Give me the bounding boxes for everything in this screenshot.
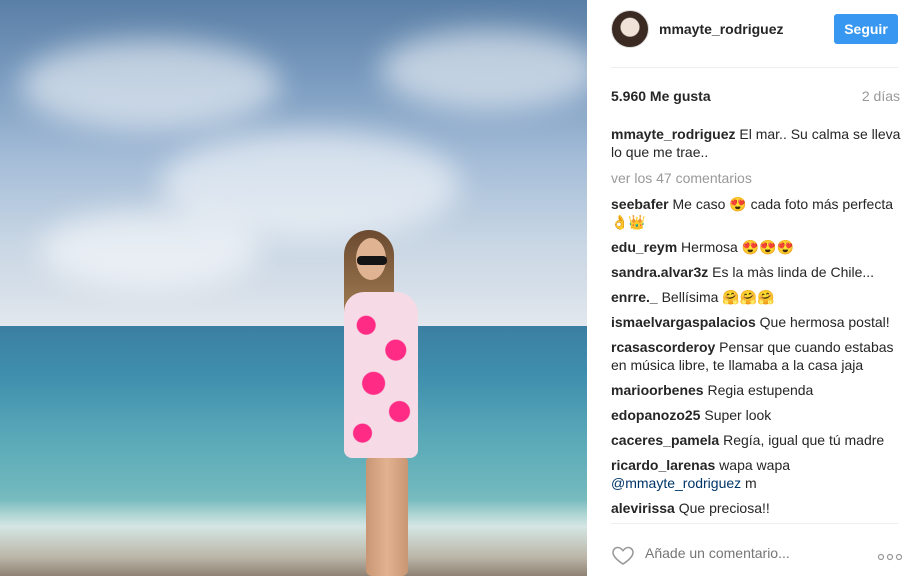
follow-button[interactable]: Seguir xyxy=(834,14,898,44)
comment-text: Que hermosa postal! xyxy=(755,314,890,330)
comment: enrre._ Bellísima 🤗🤗🤗 xyxy=(611,288,901,306)
comment: alevirissa Que preciosa!! xyxy=(611,499,901,517)
caption-author[interactable]: mmayte_rodriguez xyxy=(611,126,735,142)
woman-figure xyxy=(330,228,430,576)
likes-count[interactable]: 5.960 Me gusta xyxy=(611,88,711,104)
comment-author[interactable]: caceres_pamela xyxy=(611,432,719,448)
comment-author[interactable]: sandra.alvar3z xyxy=(611,264,708,280)
comment: rcasascorderoy Pensar que cuando estabas… xyxy=(611,338,901,374)
comment-author[interactable]: alevirissa xyxy=(611,500,675,516)
comment-text: Hermosa 😍😍😍 xyxy=(677,239,795,255)
post-photo[interactable] xyxy=(0,0,587,576)
comment-text: Regia estupenda xyxy=(703,382,814,398)
comment: edu_reym Hermosa 😍😍😍 xyxy=(611,238,901,256)
comment-author[interactable]: seebafer xyxy=(611,196,669,212)
divider xyxy=(611,67,898,68)
more-options-icon[interactable] xyxy=(877,549,903,561)
comment: ismaelvargaspalacios Que hermosa postal! xyxy=(611,313,901,331)
post-time[interactable]: 2 días xyxy=(862,88,900,104)
mention-link[interactable]: @mmayte_rodriguez xyxy=(611,475,741,491)
comment-text: Regía, igual que tú madre xyxy=(719,432,885,448)
username-link[interactable]: mmayte_rodriguez xyxy=(659,21,783,37)
comment-author[interactable]: ricardo_larenas xyxy=(611,457,715,473)
comment-author[interactable]: enrre._ xyxy=(611,289,658,305)
comment: caceres_pamela Regía, igual que tú madre xyxy=(611,431,901,449)
heart-icon[interactable] xyxy=(611,543,635,567)
caption: mmayte_rodriguez El mar.. Su calma se ll… xyxy=(611,125,901,161)
comment-text: Es la màs linda de Chile... xyxy=(708,264,875,280)
shore-foam xyxy=(0,500,587,576)
view-all-comments-link[interactable]: ver los 47 comentarios xyxy=(611,169,901,187)
comment-text-tail: m xyxy=(741,475,757,491)
comment-author[interactable]: edopanozo25 xyxy=(611,407,700,423)
comment-text: Super look xyxy=(700,407,772,423)
comment-author[interactable]: marioorbenes xyxy=(611,382,704,398)
comment: ricardo_larenas wapa wapa @mmayte_rodrig… xyxy=(611,456,901,492)
comment-text: wapa wapa xyxy=(715,457,791,473)
comment-text: Que preciosa!! xyxy=(674,500,770,516)
comment-text: Bellísima 🤗🤗🤗 xyxy=(657,289,775,305)
comment: sandra.alvar3z Es la màs linda de Chile.… xyxy=(611,263,901,281)
avatar[interactable] xyxy=(611,10,649,48)
comment-author[interactable]: edu_reym xyxy=(611,239,677,255)
post-header: mmayte_rodriguez Seguir xyxy=(611,10,898,50)
comments-list[interactable]: mmayte_rodriguez El mar.. Su calma se ll… xyxy=(611,125,901,523)
comment: marioorbenes Regia estupenda xyxy=(611,381,901,399)
comment: edopanozo25 Super look xyxy=(611,406,901,424)
comment: seebafer Me caso 😍 cada foto más perfect… xyxy=(611,195,901,231)
post-sidebar: mmayte_rodriguez Seguir 5.960 Me gusta 2… xyxy=(587,0,914,576)
comment-author[interactable]: rcasascorderoy xyxy=(611,339,715,355)
add-comment-input[interactable] xyxy=(645,545,865,561)
divider xyxy=(611,523,898,524)
comment-bar xyxy=(611,540,903,570)
comment-author[interactable]: ismaelvargaspalacios xyxy=(611,314,756,330)
